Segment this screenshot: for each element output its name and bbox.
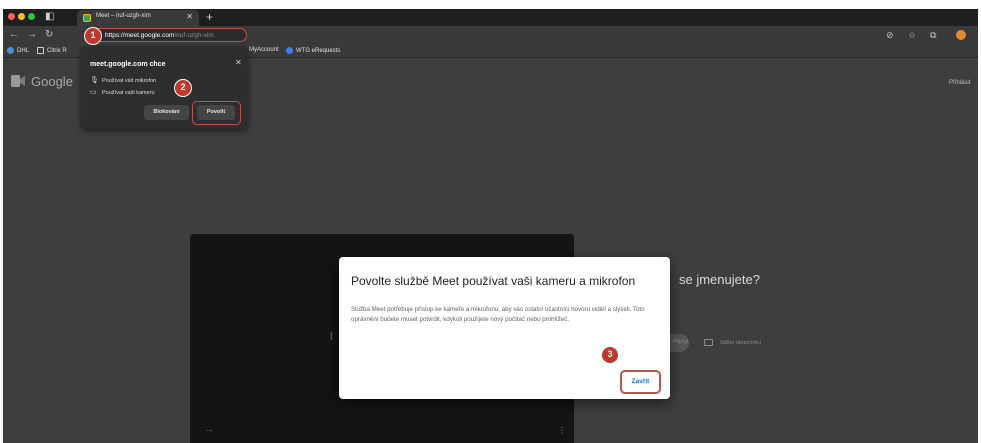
bookmark-label: Citrix R [47,48,67,55]
kebab-menu-icon[interactable]: ⋮ [558,426,566,435]
bookmark-dhl[interactable]: DHL [7,47,29,54]
sidebar-toggle-icon[interactable]: ◧ [45,11,54,23]
address-path: /nuf-uzgh-xim [174,32,214,39]
join-button-label: Připojit [673,339,689,345]
profile-avatar[interactable] [956,30,966,40]
permission-mic-label: Používat váš mikrofon [102,78,157,84]
microphone-icon: 🎙 [90,77,99,84]
collections-icon[interactable]: ⧉ [930,29,936,41]
signin-link[interactable]: Přihlásit [949,80,970,86]
address-host: https://meet.google.com [105,32,175,39]
close-button-highlight: Zavřít [620,370,661,394]
dialog-title: Povolte službě Meet používat vaši kameru… [351,274,636,288]
browser-window: ◧ Meet – nuf-uzgh-xim ✕ + ← → ↻ https://… [3,9,978,443]
meet-favicon-icon [83,14,91,22]
close-icon[interactable]: ✕ [235,58,242,67]
favorites-icon[interactable]: ☆ [908,29,916,41]
meet-logo-icon [11,75,25,87]
address-bar-url: https://meet.google.com/nuf-uzgh-xim [105,32,214,39]
reload-icon[interactable]: ↻ [45,28,53,42]
allow-button-highlight: Povolit [192,101,241,125]
present-button-label: Sdílet obrazovku [720,339,761,346]
new-tab-icon[interactable]: + [206,9,213,25]
permission-popup: meet.google.com chce ✕ 🎙 Používat váš mik… [81,46,248,129]
permission-dialog: Povolte službě Meet používat vaši kameru… [339,257,670,399]
page-icon [37,47,44,54]
maximize-window-button[interactable] [28,13,35,20]
permission-camera-label: Používat vaši kameru [102,90,155,96]
dialog-body: Služba Meet potřebuje přístup ke kameře … [351,306,645,323]
camera-blocked-icon[interactable]: ⊘ [886,29,894,41]
preview-caret-icon: | [330,330,333,340]
back-icon[interactable]: ← [9,28,19,42]
address-bar[interactable]: https://meet.google.com/nuf-uzgh-xim [87,28,247,42]
allow-button[interactable]: Povolit [197,105,235,120]
minimize-window-button[interactable] [18,13,25,20]
more-options-icon[interactable]: ... [206,424,213,433]
tab-title: Meet – nuf-uzgh-xim [96,13,151,19]
forward-icon[interactable]: → [27,28,37,42]
camera-icon: ▭ [90,89,97,96]
bookmark-label: DHL [17,48,30,55]
bookmark-wtg[interactable]: WTG eRequests [286,47,340,54]
tab-meet[interactable]: Meet – nuf-uzgh-xim ✕ [77,10,199,26]
present-button[interactable]: Sdílet obrazovku [704,339,761,346]
join-title: se jmenujete? [679,272,760,287]
step-marker-3: 3 [601,346,619,364]
bookmark-label: WTG eRequests [296,48,341,55]
tab-strip: ◧ Meet – nuf-uzgh-xim ✕ + [3,9,978,26]
bookmark-label: MyAccount [249,47,279,53]
step-marker-1: 1 [84,27,102,45]
dialog-close-button[interactable]: Zavřít [625,375,656,389]
browser-toolbar: ← → ↻ https://meet.google.com/nuf-uzgh-x… [3,26,978,45]
present-screen-icon [704,339,713,346]
permission-camera-row: ▭ Používat vaši kameru [90,88,155,96]
step-marker-2: 2 [174,79,192,97]
wtg-icon [286,47,293,54]
tab-close-icon[interactable]: ✕ [186,12,193,21]
bookmark-myaccount[interactable]: MyAccount [249,47,279,53]
permission-popup-title: meet.google.com chce [90,61,166,68]
permission-mic-row: 🎙 Používat váš mikrofon [90,76,156,84]
meet-logo-text: Google [31,74,73,89]
close-window-button[interactable] [8,13,15,20]
dhl-icon [7,47,14,54]
block-button[interactable]: Blokování [144,105,189,120]
bookmark-citrix[interactable]: Citrix R [37,47,67,54]
screenshot-page: ◧ Meet – nuf-uzgh-xim ✕ + ← → ↻ https://… [0,0,981,443]
